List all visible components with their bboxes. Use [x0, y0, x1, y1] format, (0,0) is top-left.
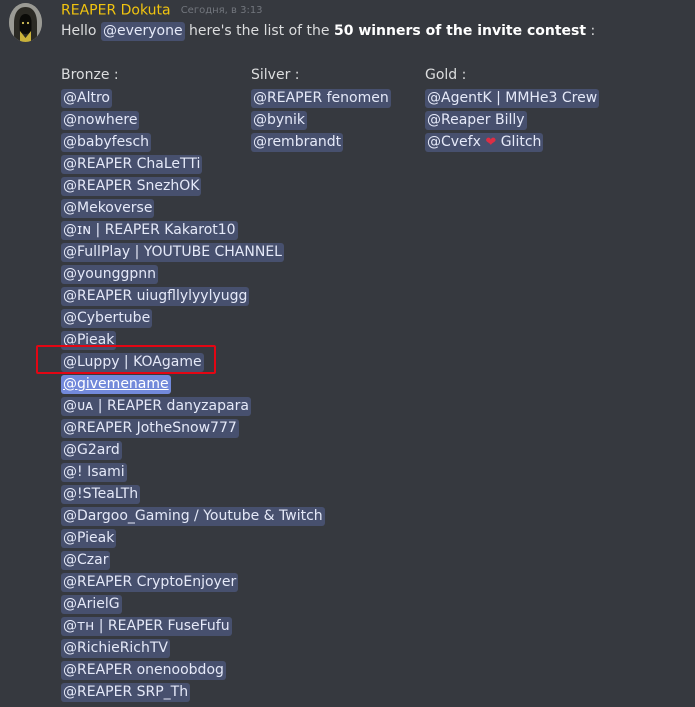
bronze-column: Bronze : @Altro @nowhere @babyfesch @REAPER…	[61, 65, 325, 703]
user-mention[interactable]: @AgentK | MMHe3 Crew	[425, 89, 600, 108]
bronze-winner-row: @younggpnn	[61, 263, 325, 285]
silver-list: @REAPER fenomen @bynik @rembrandt	[251, 87, 391, 153]
user-mention[interactable]: @REAPER JotheSnow777	[61, 419, 239, 438]
user-mention[interactable]: @Czar	[61, 551, 111, 570]
user-mention[interactable]: @REAPER SRP_Th	[61, 683, 191, 702]
bronze-winner-row: @REAPER onenoobdog	[61, 659, 325, 681]
bronze-winner-row: @ᴜᴀ | REAPER danyzapara	[61, 395, 325, 417]
message-timestamp: Сегодня, в 3:13	[180, 5, 263, 16]
user-mention[interactable]: @FullPlay | YOUTUBE CHANNEL	[61, 243, 284, 262]
intro-text: here's the list of the	[189, 23, 330, 39]
user-mention[interactable]: @REAPER CryptoEnjoyer	[61, 573, 239, 592]
heart-icon: ❤	[485, 135, 497, 150]
bronze-winner-row: @REAPER CryptoEnjoyer	[61, 571, 325, 593]
bronze-winner-row: @Czar	[61, 549, 325, 571]
intro-colon: :	[590, 23, 596, 39]
gold-winner-row: @Reaper Billy	[425, 109, 599, 131]
bronze-winner-row: @Mekoverse	[61, 197, 325, 219]
bronze-winner-row: @REAPER SnezhOK	[61, 175, 325, 197]
gold-winner-row: @Cvefx ❤ Glitch	[425, 131, 599, 153]
message-intro: Hello @everyone here's the list of the 5…	[61, 21, 595, 41]
user-mention[interactable]: @REAPER fenomen	[251, 89, 391, 108]
bronze-winner-row: @REAPER JotheSnow777	[61, 417, 325, 439]
user-mention[interactable]: @REAPER onenoobdog	[61, 661, 226, 680]
user-mention[interactable]: @G2ard	[61, 441, 122, 460]
avatar[interactable]	[9, 3, 42, 42]
user-mention[interactable]: @Altro	[61, 89, 112, 108]
user-mention[interactable]: @Mekoverse	[61, 199, 155, 218]
user-mention[interactable]: @ɪɴ | REAPER Kakarot10	[61, 221, 238, 240]
gold-column: Gold : @AgentK | MMHe3 Crew @Reaper Billy…	[425, 65, 600, 153]
everyone-mention[interactable]: @everyone	[100, 22, 185, 41]
user-mention[interactable]: @Cvefx ❤ Glitch	[425, 133, 544, 152]
bronze-winner-row: @G2ard	[61, 439, 325, 461]
silver-column: Silver : @REAPER fenomen @bynik @rembrandt	[251, 65, 391, 153]
user-mention[interactable]: @! Isami	[61, 463, 127, 482]
intro-hello: Hello	[61, 23, 97, 39]
bronze-winner-row: @! Isami	[61, 461, 325, 483]
highlight-box	[36, 345, 216, 374]
bronze-winner-row: @ɪɴ | REAPER Kakarot10	[61, 219, 325, 241]
bronze-winner-row: @REAPER SRP_Th	[61, 681, 325, 703]
bronze-winner-row: @FullPlay | YOUTUBE CHANNEL	[61, 241, 325, 263]
user-mention[interactable]: @Reaper Billy	[425, 111, 527, 130]
bronze-winner-row: @ArielG	[61, 593, 325, 615]
silver-title: Silver :	[251, 67, 300, 83]
gold-title: Gold :	[425, 67, 467, 83]
bronze-winner-row: @Dargoo_Gaming / Youtube & Twitch	[61, 505, 325, 527]
user-mention[interactable]: @REAPER ChaLeTTi	[61, 155, 203, 174]
user-mention[interactable]: @ArielG	[61, 595, 122, 614]
bronze-winner-row: @REAPER ChaLeTTi	[61, 153, 325, 175]
user-mention[interactable]: @rembrandt	[251, 133, 344, 152]
bronze-winner-row: @!STeaLTh	[61, 483, 325, 505]
user-mention[interactable]: @younggpnn	[61, 265, 159, 284]
silver-winner-row: @rembrandt	[251, 131, 391, 153]
gold-list: @AgentK | MMHe3 Crew @Reaper Billy @Cvefx …	[425, 87, 600, 153]
user-mention[interactable]: @ᴜᴀ | REAPER danyzapara	[61, 397, 251, 416]
user-mention[interactable]: @!STeaLTh	[61, 485, 141, 504]
user-mention[interactable]: @ᴛʜ | REAPER FuseFufu	[61, 617, 232, 636]
user-mention[interactable]: @nowhere	[61, 111, 140, 130]
user-mention[interactable]: @babyfesch	[61, 133, 152, 152]
user-mention[interactable]: @REAPER SnezhOK	[61, 177, 202, 196]
bronze-winner-row: @givemename	[61, 373, 325, 395]
silver-winner-row: @REAPER fenomen	[251, 87, 391, 109]
silver-winner-row: @bynik	[251, 109, 391, 131]
gold-winner-row: @AgentK | MMHe3 Crew	[425, 87, 600, 109]
user-mention[interactable]: @bynik	[251, 111, 308, 130]
message-header: REAPER Dokuta Сегодня, в 3:13	[61, 0, 263, 19]
user-mention[interactable]: @Cybertube	[61, 309, 153, 328]
user-mention[interactable]: @Dargoo_Gaming / Youtube & Twitch	[61, 507, 325, 526]
bronze-winner-row: @REAPER uiugfllylyylyugg	[61, 285, 325, 307]
bronze-list: @Altro @nowhere @babyfesch @REAPER ChaLeTTi…	[61, 87, 325, 703]
hooded-reaper-avatar-icon	[9, 3, 42, 42]
bronze-winner-row: @RichieRichTV	[61, 637, 325, 659]
intro-bold: 50 winners of the invite contest	[333, 23, 587, 39]
bronze-winner-row: @Pieak	[61, 527, 325, 549]
user-mention[interactable]: @givemename	[61, 375, 171, 394]
user-mention[interactable]: @Pieak	[61, 529, 117, 548]
user-mention[interactable]: @REAPER uiugfllylyylyugg	[61, 287, 250, 306]
bronze-winner-row: @ᴛʜ | REAPER FuseFufu	[61, 615, 325, 637]
user-mention[interactable]: @RichieRichTV	[61, 639, 171, 658]
bronze-winner-row: @Cybertube	[61, 307, 325, 329]
author-name[interactable]: REAPER Dokuta	[61, 3, 171, 19]
